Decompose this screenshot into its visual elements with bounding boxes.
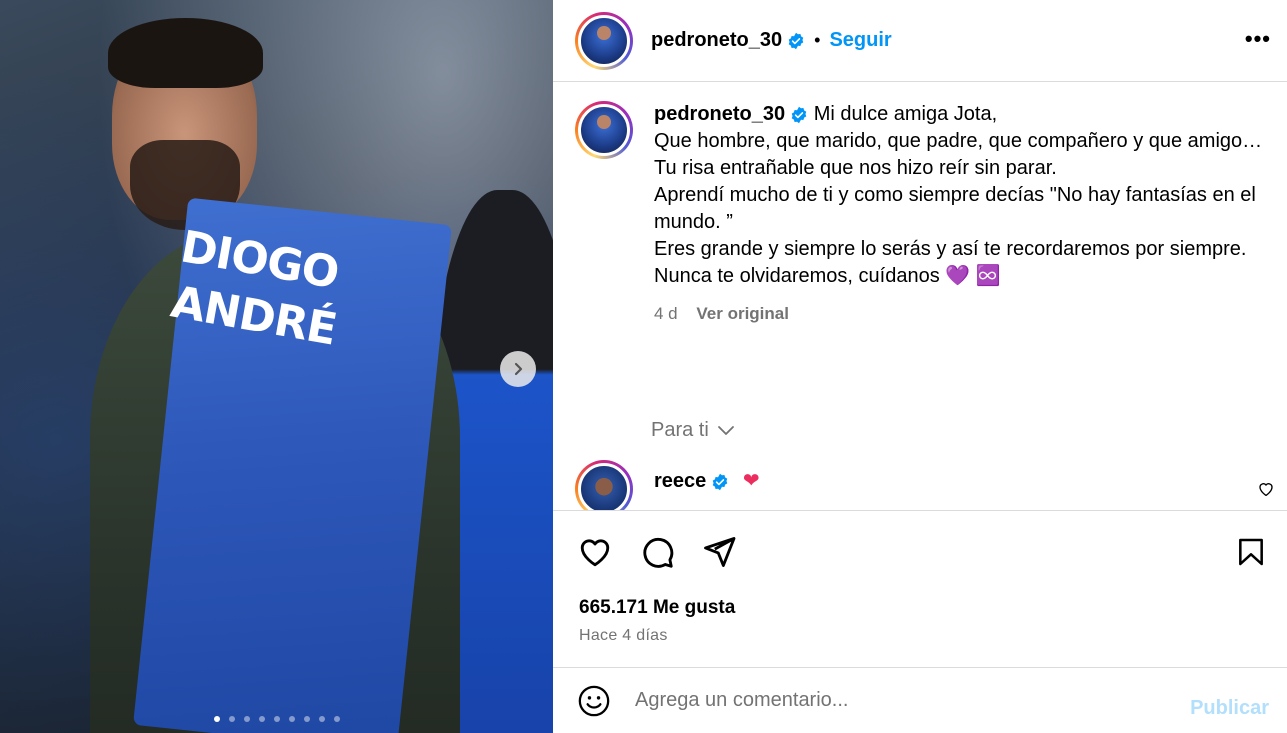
verified-badge-icon [713,473,728,490]
bookmark-icon[interactable] [1235,535,1267,569]
post-sidebar: pedroneto_30 • Seguir ••• pedroneto_30 M… [553,0,1287,733]
comment-item: reece ❤ [575,460,1287,510]
carousel-next-button[interactable] [500,351,536,387]
for-you-label: Para ti [651,419,709,441]
post-header: pedroneto_30 • Seguir ••• [553,0,1287,82]
caption-line-3: Aprendí mucho de ti y como siempre decía… [654,184,1256,233]
reply-header: reece ❤ [654,468,760,493]
emoji-icon[interactable] [577,684,611,718]
reply-username[interactable]: reece [654,470,706,492]
add-comment-bar: Publicar [553,667,1287,733]
carousel-dot [288,716,295,722]
follow-button[interactable]: Seguir [829,29,891,52]
post-actions [577,530,1267,574]
publish-button[interactable]: Publicar [1190,697,1269,720]
for-you-filter[interactable]: Para ti [651,419,735,442]
like-count[interactable]: 665.171 Me gusta [579,597,735,619]
like-heart-icon[interactable] [577,534,613,570]
comment-input[interactable] [635,689,1165,712]
caption-meta: 4 d Ver original [654,300,1274,327]
caption-body: pedroneto_30 Mi dulce amiga Jota, Que ho… [654,101,1274,327]
header-separator: • [814,30,821,50]
caption-line-1: Que hombre, que marido, que padre, que c… [654,130,1263,152]
caption-avatar[interactable] [575,101,633,159]
carousel-dot [243,716,250,722]
see-original-button[interactable]: Ver original [696,304,789,323]
comments-section[interactable]: pedroneto_30 Mi dulce amiga Jota, Que ho… [553,83,1287,511]
carousel-dot [213,716,220,722]
caption: pedroneto_30 Mi dulce amiga Jota, Que ho… [575,101,1274,327]
avatar[interactable] [575,11,633,70]
post-media: DIOGO ANDRÉ [0,0,553,733]
carousel-dot [318,716,325,722]
media-hair [108,18,263,88]
carousel-dots [0,716,553,722]
caption-line-5: Nunca te olvidaremos, cuídanos 💜 ♾️ [654,265,1001,287]
caption-line-4: Eres grande y siempre lo serás y así te … [654,238,1247,260]
caption-time: 4 d [654,304,678,323]
carousel-dot [333,716,340,722]
verified-badge-icon [791,106,807,123]
reply-emoji: ❤ [742,470,760,492]
share-icon[interactable] [701,534,737,570]
carousel-dot [228,716,235,722]
carousel-dot [273,716,280,722]
carousel-dot [303,716,310,722]
chevron-down-icon [717,425,734,435]
comment-like-heart-icon[interactable] [1257,480,1275,498]
header-username[interactable]: pedroneto_30 [651,29,782,52]
more-options-icon[interactable]: ••• [1245,26,1271,52]
caption-line-0: Mi dulce amiga Jota, [813,103,998,125]
caption-line-2: Tu risa entrañable que nos hizo reír sin… [654,157,1057,179]
comment-icon[interactable] [639,534,675,570]
carousel-dot [258,716,265,722]
chevron-right-icon [514,362,523,376]
post-timestamp: Hace 4 días [579,627,668,644]
verified-badge-icon [788,32,804,49]
reply-avatar[interactable] [575,460,633,510]
caption-username[interactable]: pedroneto_30 [654,103,785,125]
